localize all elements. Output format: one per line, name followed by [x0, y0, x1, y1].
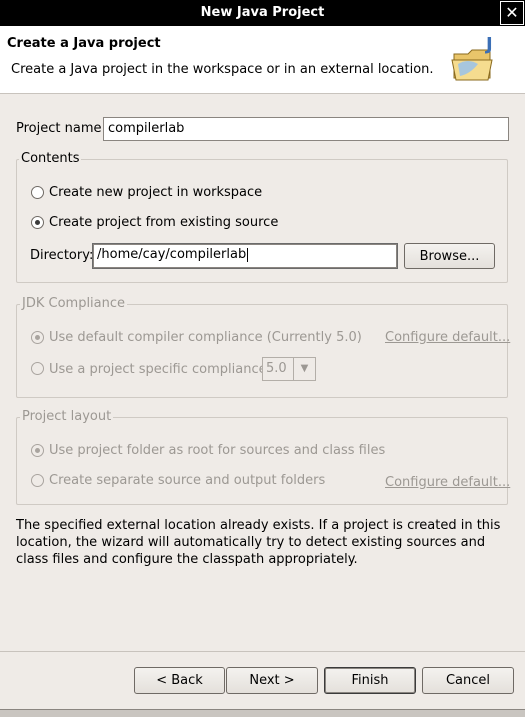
banner-title: Create a Java project: [7, 36, 161, 51]
create-from-existing-radio[interactable]: [31, 216, 44, 229]
directory-label: Directory:: [30, 248, 94, 263]
directory-value: /home/cay/compilerlab: [97, 247, 247, 262]
project-name-input[interactable]: compilerlab: [103, 117, 509, 141]
create-from-existing-label[interactable]: Create project from existing source: [49, 215, 278, 230]
specific-compliance-radio[interactable]: [31, 362, 44, 375]
compliance-level-value: 5.0: [266, 361, 287, 376]
browse-button[interactable]: Browse...: [404, 243, 495, 269]
back-button[interactable]: < Back: [134, 667, 225, 694]
banner-description: Create a Java project in the workspace o…: [11, 62, 434, 77]
wizard-banner: Create a Java project Create a Java proj…: [0, 26, 525, 94]
button-bar-separator: [0, 651, 525, 652]
default-compliance-label[interactable]: Use default compiler compliance (Current…: [49, 330, 362, 345]
project-layout-title: Project layout: [20, 409, 114, 424]
next-button[interactable]: Next >: [226, 667, 318, 694]
finish-button[interactable]: Finish: [324, 667, 416, 694]
project-folder-root-radio[interactable]: [31, 444, 44, 457]
default-compliance-radio[interactable]: [31, 331, 44, 344]
layout-configure-default-link[interactable]: Configure default...: [385, 475, 510, 490]
jdk-compliance-group: [16, 304, 508, 398]
text-caret: [247, 247, 249, 262]
compliance-level-select[interactable]: 5.0 ▼: [262, 357, 316, 381]
window-title: New Java Project: [200, 5, 325, 20]
separate-folders-label[interactable]: Create separate source and output folder…: [49, 473, 325, 488]
window-titlebar: New Java Project ✕: [0, 0, 525, 26]
chevron-down-icon: ▼: [293, 358, 315, 380]
specific-compliance-label[interactable]: Use a project specific compliance:: [49, 362, 271, 377]
project-folder-root-label[interactable]: Use project folder as root for sources a…: [49, 443, 385, 458]
create-new-project-radio[interactable]: [31, 186, 44, 199]
create-new-project-label[interactable]: Create new project in workspace: [49, 185, 262, 200]
jdk-configure-default-link[interactable]: Configure default...: [385, 330, 510, 345]
project-name-value: compilerlab: [108, 121, 185, 136]
window-bottom-edge: [0, 709, 525, 717]
cancel-button[interactable]: Cancel: [422, 667, 514, 694]
project-layout-group: [16, 417, 508, 505]
contents-group-title: Contents: [19, 151, 82, 166]
svg-text:J: J: [484, 34, 493, 55]
jdk-compliance-title: JDK Compliance: [20, 296, 128, 311]
directory-input[interactable]: /home/cay/compilerlab: [92, 243, 398, 269]
close-icon[interactable]: ✕: [500, 1, 524, 25]
info-message: The specified external location already …: [16, 518, 501, 567]
project-name-label: Project name:: [16, 121, 106, 136]
separate-folders-radio[interactable]: [31, 474, 44, 487]
java-project-folder-icon: J: [448, 34, 504, 90]
